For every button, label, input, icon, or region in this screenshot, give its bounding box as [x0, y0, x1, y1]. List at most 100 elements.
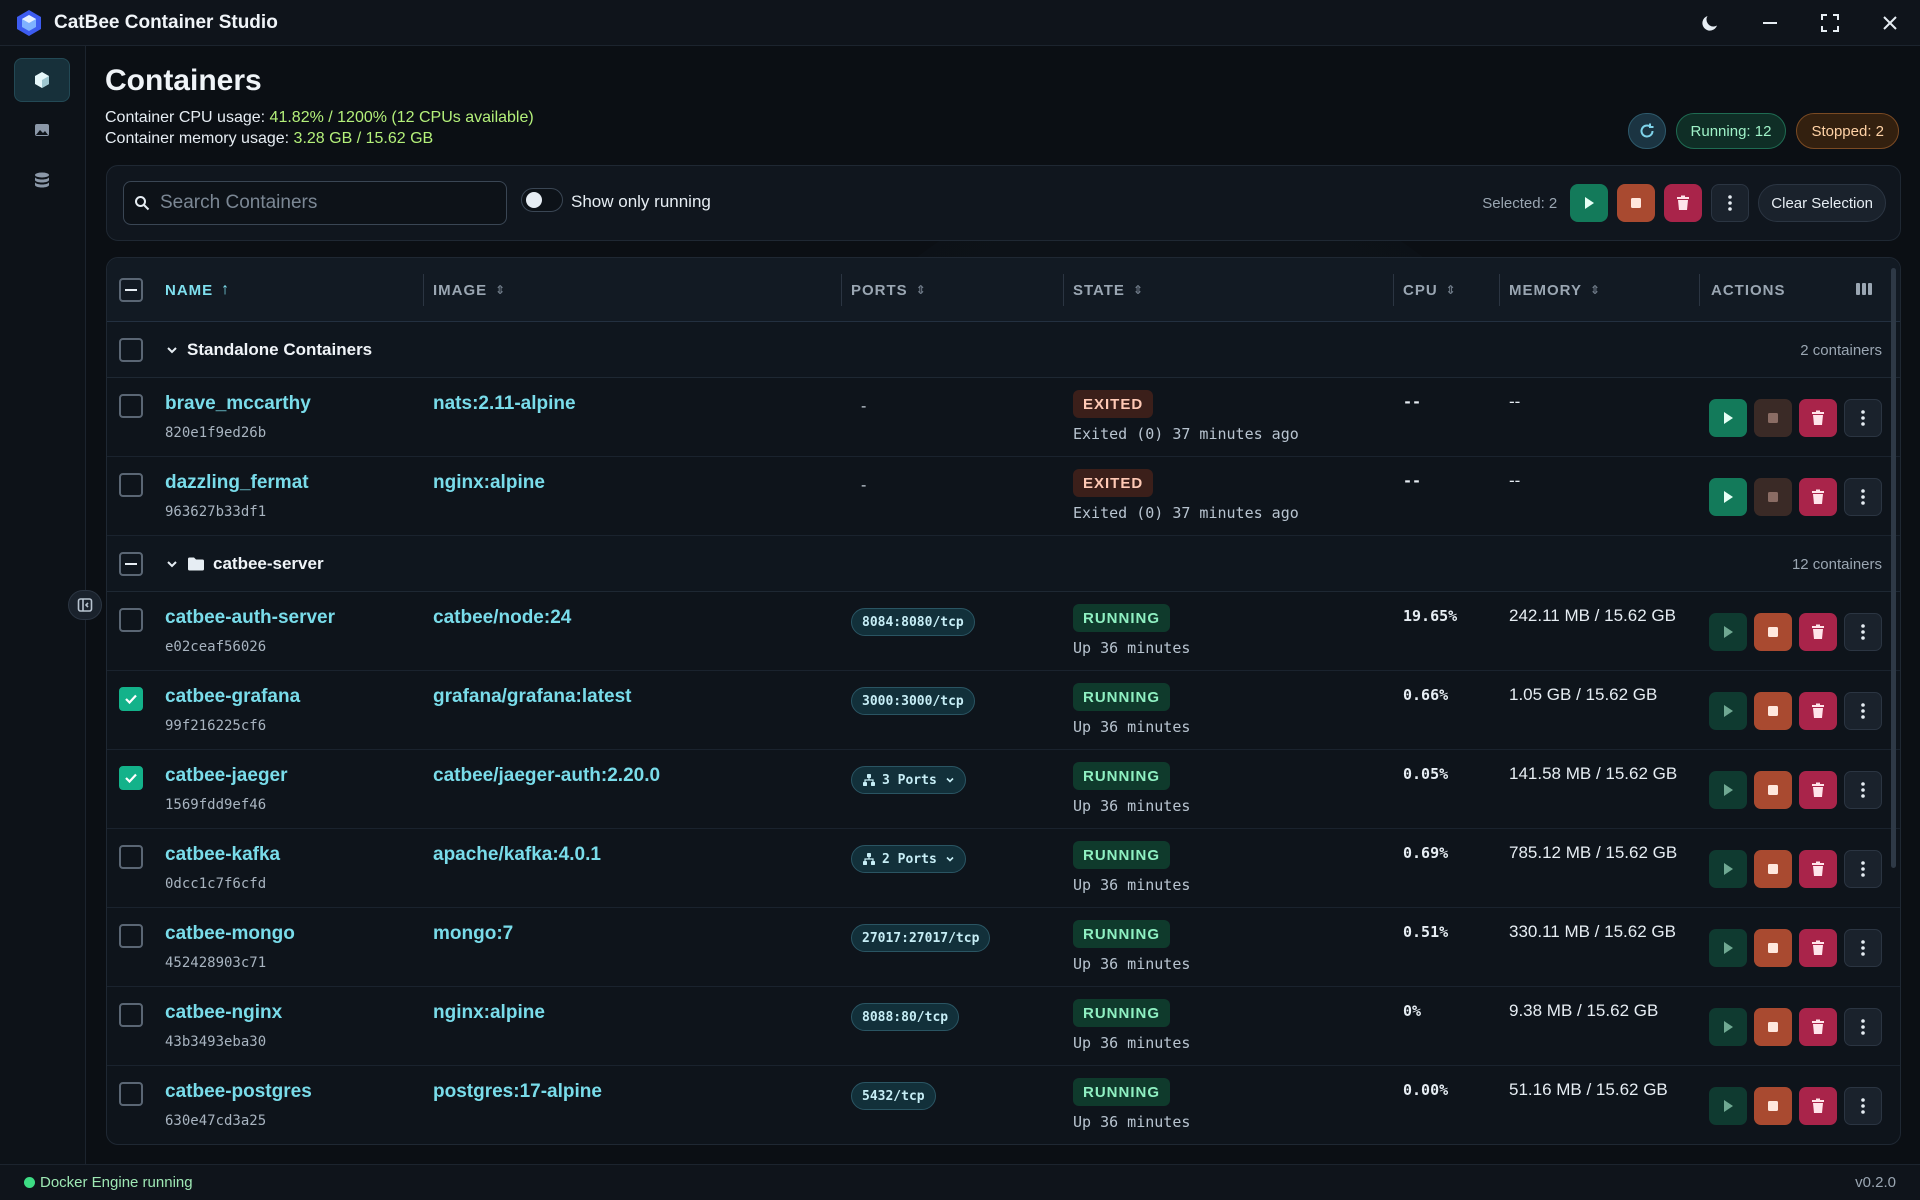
minimize-button[interactable]: [1740, 0, 1800, 46]
delete-button[interactable]: [1799, 478, 1837, 516]
more-button[interactable]: [1844, 399, 1882, 437]
start-button[interactable]: [1709, 613, 1747, 651]
table-row[interactable]: catbee-nginx 43b3493eba30 nginx:alpine 8…: [107, 987, 1900, 1066]
group-checkbox[interactable]: [119, 338, 143, 362]
stop-button[interactable]: [1754, 850, 1792, 888]
more-button[interactable]: [1844, 929, 1882, 967]
delete-button[interactable]: [1799, 1087, 1837, 1125]
row-checkbox[interactable]: [119, 608, 143, 632]
ports-dropdown[interactable]: 3 Ports: [851, 766, 966, 794]
container-image[interactable]: catbee/node:24: [433, 607, 571, 629]
stop-button[interactable]: [1754, 613, 1792, 651]
table-row[interactable]: catbee-auth-server e02ceaf56026 catbee/n…: [107, 592, 1900, 671]
port-chip[interactable]: 8088:80/tcp: [851, 1003, 960, 1031]
row-checkbox[interactable]: [119, 687, 143, 711]
table-row[interactable]: catbee-grafana 99f216225cf6 grafana/graf…: [107, 671, 1900, 750]
stop-button[interactable]: [1754, 1008, 1792, 1046]
row-checkbox[interactable]: [119, 473, 143, 497]
container-image[interactable]: grafana/grafana:latest: [433, 686, 632, 708]
container-name[interactable]: dazzling_fermat: [165, 472, 309, 494]
row-checkbox[interactable]: [119, 924, 143, 948]
ports-dropdown[interactable]: 2 Ports: [851, 845, 966, 873]
delete-button[interactable]: [1799, 692, 1837, 730]
table-row[interactable]: catbee-postgres 630e47cd3a25 postgres:17…: [107, 1066, 1900, 1144]
container-image[interactable]: mongo:7: [433, 923, 513, 945]
row-checkbox[interactable]: [119, 394, 143, 418]
column-cpu[interactable]: CPU ⇕: [1403, 258, 1457, 322]
select-all-checkbox[interactable]: [119, 278, 143, 302]
sidebar-collapse-button[interactable]: [68, 590, 102, 620]
vertical-scrollbar[interactable]: [1891, 268, 1896, 868]
table-row[interactable]: brave_mccarthy 820e1f9ed26b nats:2.11-al…: [107, 378, 1900, 457]
column-memory[interactable]: MEMORY ⇕: [1509, 258, 1601, 322]
row-checkbox[interactable]: [119, 766, 143, 790]
column-settings-button[interactable]: [1855, 280, 1873, 303]
start-button[interactable]: [1709, 1087, 1747, 1125]
group-row-catbee-server[interactable]: catbee-server 12 containers: [107, 536, 1900, 592]
container-name[interactable]: catbee-jaeger: [165, 765, 288, 787]
clear-selection-button[interactable]: Clear Selection: [1758, 184, 1886, 222]
more-button[interactable]: [1844, 478, 1882, 516]
stop-button[interactable]: [1754, 1087, 1792, 1125]
container-name[interactable]: catbee-postgres: [165, 1081, 312, 1103]
container-image[interactable]: nats:2.11-alpine: [433, 393, 576, 415]
container-name[interactable]: catbee-nginx: [165, 1002, 282, 1024]
group-checkbox[interactable]: [119, 552, 143, 576]
more-button[interactable]: [1844, 613, 1882, 651]
sidebar-item-volumes[interactable]: [14, 158, 70, 202]
sidebar-item-containers[interactable]: [14, 58, 70, 102]
table-row[interactable]: catbee-jaeger 1569fdd9ef46 catbee/jaeger…: [107, 750, 1900, 829]
container-image[interactable]: apache/kafka:4.0.1: [433, 844, 601, 866]
start-button[interactable]: [1709, 1008, 1747, 1046]
group-row-standalone[interactable]: Standalone Containers 2 containers: [107, 322, 1900, 378]
more-button[interactable]: [1844, 692, 1882, 730]
container-name[interactable]: catbee-auth-server: [165, 607, 335, 629]
port-chip[interactable]: 5432/tcp: [851, 1082, 936, 1110]
table-row[interactable]: dazzling_fermat 963627b33df1 nginx:alpin…: [107, 457, 1900, 536]
start-button[interactable]: [1709, 771, 1747, 809]
stop-button[interactable]: [1754, 771, 1792, 809]
container-image[interactable]: nginx:alpine: [433, 1002, 545, 1024]
start-button[interactable]: [1709, 478, 1747, 516]
more-button[interactable]: [1844, 1008, 1882, 1046]
show-only-running-toggle[interactable]: [521, 188, 563, 212]
stop-button[interactable]: [1754, 478, 1792, 516]
start-button[interactable]: [1709, 850, 1747, 888]
more-button[interactable]: [1844, 771, 1882, 809]
container-image[interactable]: catbee/jaeger-auth:2.20.0: [433, 765, 660, 787]
close-button[interactable]: [1860, 0, 1920, 46]
sidebar-item-images[interactable]: [14, 108, 70, 152]
start-button[interactable]: [1709, 692, 1747, 730]
more-button[interactable]: [1844, 850, 1882, 888]
container-name[interactable]: catbee-mongo: [165, 923, 295, 945]
delete-button[interactable]: [1799, 399, 1837, 437]
delete-button[interactable]: [1799, 613, 1837, 651]
search-input[interactable]: [160, 192, 480, 214]
bulk-stop-button[interactable]: [1617, 184, 1656, 222]
stop-button[interactable]: [1754, 692, 1792, 730]
delete-button[interactable]: [1799, 929, 1837, 967]
stop-button[interactable]: [1754, 929, 1792, 967]
bulk-start-button[interactable]: [1570, 184, 1609, 222]
container-image[interactable]: nginx:alpine: [433, 472, 545, 494]
container-name[interactable]: catbee-kafka: [165, 844, 280, 866]
table-row[interactable]: catbee-mongo 452428903c71 mongo:7 27017:…: [107, 908, 1900, 987]
port-chip[interactable]: 3000:3000/tcp: [851, 687, 975, 715]
delete-button[interactable]: [1799, 850, 1837, 888]
column-state[interactable]: STATE ⇕: [1073, 258, 1144, 322]
column-image[interactable]: IMAGE ⇕: [433, 258, 506, 322]
container-image[interactable]: postgres:17-alpine: [433, 1081, 602, 1103]
port-chip[interactable]: 8084:8080/tcp: [851, 608, 975, 636]
bulk-more-button[interactable]: [1711, 184, 1750, 222]
row-checkbox[interactable]: [119, 1003, 143, 1027]
delete-button[interactable]: [1799, 771, 1837, 809]
delete-button[interactable]: [1799, 1008, 1837, 1046]
column-ports[interactable]: PORTS ⇕: [851, 258, 927, 322]
bulk-delete-button[interactable]: [1664, 184, 1703, 222]
maximize-button[interactable]: [1800, 0, 1860, 46]
start-button[interactable]: [1709, 399, 1747, 437]
row-checkbox[interactable]: [119, 1082, 143, 1106]
table-row[interactable]: catbee-kafka 0dcc1c7f6cfd apache/kafka:4…: [107, 829, 1900, 908]
theme-toggle-button[interactable]: [1680, 0, 1740, 46]
port-chip[interactable]: 27017:27017/tcp: [851, 924, 991, 952]
